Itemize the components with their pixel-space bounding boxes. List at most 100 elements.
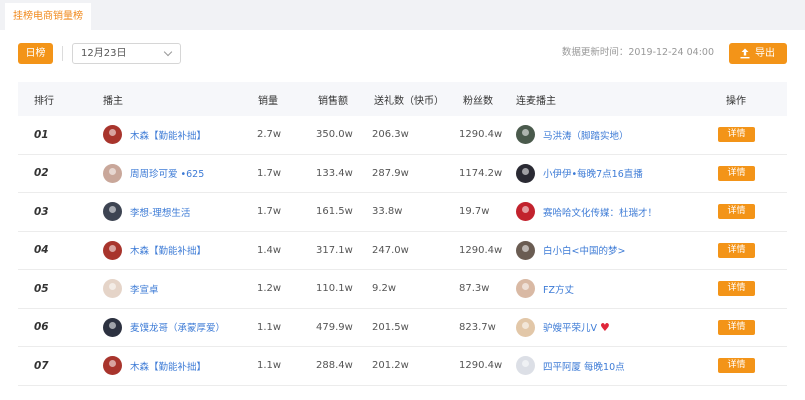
amount-value: 110.1w: [316, 283, 353, 295]
rank-number: 06: [34, 321, 49, 334]
header-amount: 销售额: [318, 95, 348, 107]
operation-cell: 详情: [718, 347, 755, 385]
fans-value: 87.3w: [459, 283, 490, 295]
sales-value: 1.7w: [257, 206, 282, 218]
avatar: [103, 317, 122, 337]
header-operation: 操作: [726, 95, 746, 107]
linked-anchor-cell[interactable]: 白小白<中国的梦>: [516, 232, 625, 270]
tab-ecommerce-sales-rank[interactable]: 挂榜电商销量榜: [5, 3, 91, 30]
avatar: [516, 163, 535, 183]
operation-cell: 详情: [718, 116, 755, 154]
amount-value: 133.4w: [316, 167, 353, 179]
anchor-cell[interactable]: 麦馍龙哥（承蒙厚爱）: [103, 309, 225, 347]
linked-anchor-name[interactable]: FZ方丈: [543, 282, 574, 296]
fans-value: 823.7w: [459, 321, 496, 333]
avatar: [103, 125, 122, 145]
linked-anchor-cell[interactable]: 四平阿厦 每晚10点: [516, 347, 625, 385]
fans-value: 1290.4w: [459, 360, 503, 372]
table-row: 06 麦馍龙哥（承蒙厚爱） 1.1w 479.9w 201.5w 823.7w …: [18, 309, 787, 347]
operation-cell: 详情: [718, 232, 755, 270]
linked-anchor-name[interactable]: 赛哈哈文化传媒：杜瑞才！: [543, 205, 657, 219]
table-row: 02 周周珍可爱 •625 1.7w 133.4w 287.9w 1174.2w…: [18, 155, 787, 193]
avatar: [103, 202, 122, 222]
detail-button[interactable]: 详情: [718, 127, 755, 143]
table-row: 04 木森【勤能补拙】 1.4w 317.1w 247.0w 1290.4w 白…: [18, 232, 787, 270]
sales-value: 2.7w: [257, 129, 282, 141]
detail-button[interactable]: 详情: [718, 165, 755, 181]
header-rank: 排行: [34, 95, 54, 107]
avatar: [103, 356, 122, 376]
header-fans: 粉丝数: [463, 95, 493, 107]
detail-button[interactable]: 详情: [718, 242, 755, 258]
linked-anchor-cell[interactable]: 驴嫂平荣儿V ♥: [516, 309, 610, 347]
gifts-value: 206.3w: [372, 129, 409, 141]
table-row: 03 李想-理想生活 1.7w 161.5w 33.8w 19.7w 赛哈哈文化…: [18, 193, 787, 232]
anchor-name[interactable]: 木森【勤能补拙】: [130, 243, 206, 257]
table-row: 07 木森【勤能补拙】 1.1w 288.4w 201.2w 1290.4w 四…: [18, 347, 787, 386]
linked-anchor-name[interactable]: 小伊伊•每晚7点16直播: [543, 166, 643, 180]
gifts-value: 201.5w: [372, 321, 409, 333]
detail-button[interactable]: 详情: [718, 319, 755, 335]
anchor-name[interactable]: 李想-理想生活: [130, 205, 190, 219]
anchor-cell[interactable]: 木森【勤能补拙】: [103, 347, 206, 385]
anchor-name[interactable]: 木森【勤能补拙】: [130, 128, 206, 142]
amount-value: 479.9w: [316, 321, 353, 333]
linked-anchor-cell[interactable]: 赛哈哈文化传媒：杜瑞才！: [516, 193, 657, 231]
heart-icon: ♥: [600, 320, 610, 334]
fans-value: 1290.4w: [459, 244, 503, 256]
linked-anchor-cell[interactable]: 小伊伊•每晚7点16直播: [516, 155, 643, 193]
table-row: 05 李宣卓 1.2w 110.1w 9.2w 87.3w FZ方丈 详情: [18, 270, 787, 309]
detail-button[interactable]: 详情: [718, 358, 755, 374]
chevron-down-icon: [163, 47, 173, 57]
rank-number: 05: [34, 282, 49, 295]
export-label: 导出: [755, 48, 775, 59]
avatar: [516, 317, 535, 337]
detail-button[interactable]: 详情: [718, 204, 755, 220]
date-select[interactable]: 12月23日: [72, 43, 181, 64]
gifts-value: 201.2w: [372, 360, 409, 372]
detail-button[interactable]: 详情: [718, 281, 755, 297]
rank-number: 01: [34, 128, 49, 141]
daily-rank-button[interactable]: 日榜: [18, 43, 53, 64]
anchor-name[interactable]: 周周珍可爱 •625: [130, 166, 204, 180]
date-select-value: 12月23日: [81, 48, 127, 59]
table-header: 排行 播主 销量 销售额 送礼数（快币） 粉丝数 连麦播主 操作: [18, 82, 787, 116]
sales-value: 1.4w: [257, 244, 282, 256]
toolbar-divider: [62, 46, 63, 61]
header-gifts: 送礼数（快币）: [374, 95, 444, 107]
sales-value: 1.1w: [257, 321, 282, 333]
anchor-cell[interactable]: 木森【勤能补拙】: [103, 116, 206, 154]
avatar: [516, 356, 535, 376]
linked-anchor-cell[interactable]: 马洪涛（脚踏实地）: [516, 116, 629, 154]
gifts-value: 287.9w: [372, 167, 409, 179]
amount-value: 350.0w: [316, 129, 353, 141]
header-anchor: 播主: [103, 95, 123, 107]
anchor-cell[interactable]: 李宣卓: [103, 270, 159, 308]
anchor-name[interactable]: 木森【勤能补拙】: [130, 359, 206, 373]
anchor-cell[interactable]: 木森【勤能补拙】: [103, 232, 206, 270]
gifts-value: 247.0w: [372, 244, 409, 256]
linked-anchor-cell[interactable]: FZ方丈: [516, 270, 574, 308]
export-button[interactable]: 导出: [729, 43, 787, 64]
anchor-name[interactable]: 麦馍龙哥（承蒙厚爱）: [130, 320, 225, 334]
table-row: 01 木森【勤能补拙】 2.7w 350.0w 206.3w 1290.4w 马…: [18, 116, 787, 155]
sales-value: 1.7w: [257, 167, 282, 179]
anchor-cell[interactable]: 李想-理想生活: [103, 193, 190, 231]
linked-anchor-name[interactable]: 白小白<中国的梦>: [543, 243, 625, 257]
sales-value: 1.2w: [257, 283, 282, 295]
linked-anchor-name[interactable]: 四平阿厦 每晚10点: [543, 359, 625, 373]
fans-value: 19.7w: [459, 206, 490, 218]
data-update-time: 数据更新时间：2019-12-24 04:00: [561, 47, 714, 58]
gifts-value: 9.2w: [372, 283, 397, 295]
linked-anchor-name[interactable]: 马洪涛（脚踏实地）: [543, 128, 629, 142]
main-panel: 日榜 12月23日 数据更新时间：2019-12-24 04:00 导出 排行 …: [0, 30, 805, 400]
linked-anchor-name[interactable]: 驴嫂平荣儿V: [543, 320, 597, 334]
operation-cell: 详情: [718, 270, 755, 308]
top-tab-bar: 挂榜电商销量榜: [0, 0, 805, 30]
avatar: [516, 125, 535, 145]
anchor-name[interactable]: 李宣卓: [130, 282, 159, 296]
anchor-cell[interactable]: 周周珍可爱 •625: [103, 155, 204, 193]
amount-value: 288.4w: [316, 360, 353, 372]
avatar: [103, 279, 122, 299]
fans-value: 1290.4w: [459, 129, 503, 141]
